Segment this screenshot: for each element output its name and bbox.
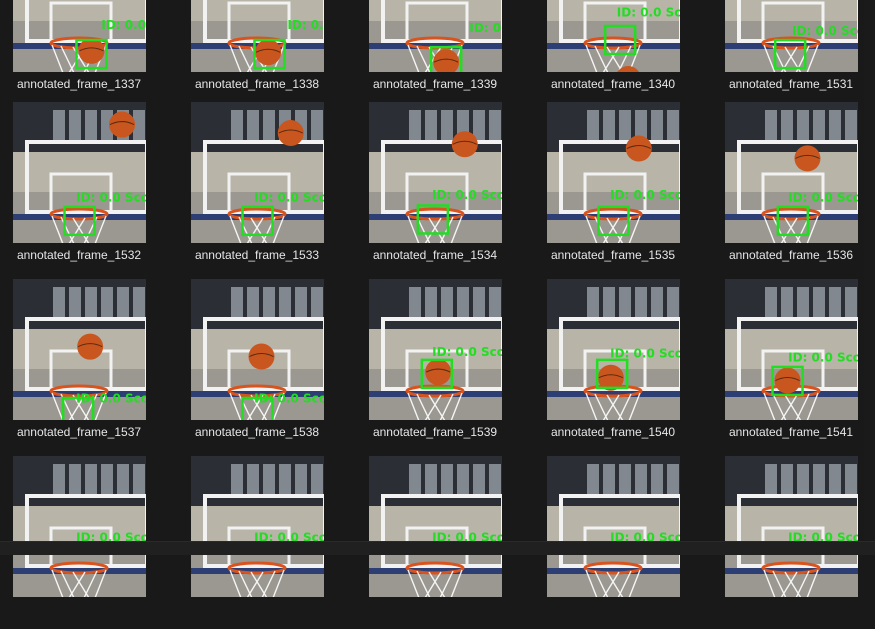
file-thumbnail-item[interactable]: ID: 0.0 Sco annotated_frame_1531 — [712, 0, 875, 104]
image-preview: ID: 0.0 Sco — [13, 102, 146, 243]
detection-label: ID: 0.0 Sco — [432, 188, 502, 202]
image-preview: ID: 0.0 Sco — [725, 279, 858, 420]
image-preview: ID: 0.0 Sco — [191, 0, 324, 72]
file-thumbnail-item[interactable]: ID: 0.0 Sco annotated_frame_1540 — [534, 276, 712, 452]
image-preview: ID: 0.0 Sco — [191, 279, 324, 420]
file-thumbnail-item[interactable]: ID: 0.0 Sco annotated_frame_1541 — [712, 276, 875, 452]
file-name-label: annotated_frame_1338 — [194, 77, 320, 91]
image-preview: ID: 0.0 Sco — [369, 102, 502, 243]
file-name-label: annotated_frame_1535 — [550, 248, 676, 262]
file-name-label: annotated_frame_1337 — [16, 77, 142, 91]
file-thumbnail-item[interactable]: ID: 0.0 Sco annotated_frame_1538 — [178, 276, 356, 452]
file-name-label: annotated_frame_1533 — [194, 248, 320, 262]
image-preview: ID: 0.0 Sco — [725, 102, 858, 243]
detection-label: ID: 0.0 Sco — [788, 191, 858, 205]
image-preview: ID: 0.0 Sco — [369, 456, 502, 597]
detection-label: ID: 0.0 Sco — [254, 191, 324, 205]
image-preview: ID: 0.0 Sco — [725, 0, 858, 72]
file-thumbnail-item[interactable]: ID: 0.0 Sco annotated_frame_1534 — [356, 99, 534, 275]
detection-label: ID: 0.0 Sco — [101, 18, 146, 32]
basketball — [255, 39, 282, 66]
file-thumbnail-item[interactable]: ID: 0.0 Sco annotated_frame_1532 — [0, 99, 178, 275]
file-thumbnail-item[interactable]: ID: 0.0 Sco annotated_frame_1536 — [712, 99, 875, 275]
basketball — [248, 343, 275, 370]
basketball — [277, 120, 304, 147]
file-name-label: annotated_frame_1540 — [550, 425, 676, 439]
image-preview: ID: 0.0 Sco — [191, 102, 324, 243]
file-name-label: annotated_frame_1339 — [372, 77, 498, 91]
file-name-label: annotated_frame_1541 — [728, 425, 854, 439]
file-thumbnail-item[interactable]: ID: 0.0 Sco annotated_frame_1533 — [178, 99, 356, 275]
image-preview: ID: 0.0 Sco — [725, 456, 858, 597]
image-preview: ID: 0.0 Sco — [369, 279, 502, 420]
file-name-label: annotated_frame_1536 — [728, 248, 854, 262]
basketball — [451, 131, 478, 158]
file-thumbnail-item[interactable]: ID: 0.0 Sco annotated_frame_1340 — [534, 0, 712, 104]
image-preview: ID: 0.0 Sco — [13, 279, 146, 420]
detection-label: ID: 0.0 Sco — [610, 347, 680, 361]
file-thumbnail-item[interactable]: ID: 0.0 Sco annotated_frame_1337 — [0, 0, 178, 104]
file-thumbnail-item[interactable]: ID: 0.0 Sco annotated_frame_1338 — [178, 0, 356, 104]
horizontal-scrollbar[interactable] — [0, 541, 875, 555]
image-preview: ID: 0.0 Sco — [547, 102, 680, 243]
detection-label: ID: 0.0 Sco — [287, 18, 324, 32]
detection-label: ID: 0.0 Sco — [432, 345, 502, 359]
file-thumbnail-item[interactable]: ID: 0.0 Sco annotated_frame_1339 — [356, 0, 534, 104]
thumbnail-grid: ID: 0.0 Scoannotated_frame_1337ID: 0.0 S… — [0, 0, 875, 597]
file-name-label: annotated_frame_1531 — [728, 77, 854, 91]
file-name-label: annotated_frame_1537 — [16, 425, 142, 439]
detection-label: ID: 0.0 Sco — [76, 392, 146, 406]
image-preview: ID: 0.0 Sco — [13, 0, 146, 72]
file-name-label: annotated_frame_1340 — [550, 77, 676, 91]
image-preview: ID: 0.0 Sco — [191, 456, 324, 597]
basketball — [625, 135, 652, 162]
basketball — [794, 145, 821, 172]
image-preview: ID: 0.0 Sco — [369, 0, 502, 72]
basketball — [109, 111, 136, 138]
basketball — [425, 359, 452, 386]
file-name-label: annotated_frame_1539 — [372, 425, 498, 439]
image-preview: ID: 0.0 Sco — [547, 0, 680, 72]
basketball — [77, 333, 104, 360]
file-name-label: annotated_frame_1534 — [372, 248, 498, 262]
detection-label: ID: 0.0 Sco — [469, 21, 502, 35]
detection-label: ID: 0.0 Sco — [76, 191, 146, 205]
file-thumbnail-item[interactable]: ID: 0.0 Sco annotated_frame_1539 — [356, 276, 534, 452]
detection-label: ID: 0.0 Sco — [788, 351, 858, 365]
detection-label: ID: 0.0 Sco — [617, 6, 680, 20]
basketball — [78, 37, 105, 64]
basketball — [774, 367, 801, 394]
image-preview: ID: 0.0 Sco — [13, 456, 146, 597]
file-name-label: annotated_frame_1532 — [16, 248, 142, 262]
image-preview: ID: 0.0 Sco — [547, 456, 680, 597]
image-preview: ID: 0.0 Sco — [547, 279, 680, 420]
detection-label: ID: 0.0 Sco — [254, 392, 324, 406]
file-name-label: annotated_frame_1538 — [194, 425, 320, 439]
detection-label: ID: 0.0 Sco — [792, 24, 858, 38]
file-thumbnail-item[interactable]: ID: 0.0 Sco annotated_frame_1537 — [0, 276, 178, 452]
vertical-scrollbar[interactable] — [864, 0, 875, 541]
file-thumbnail-item[interactable]: ID: 0.0 Sco annotated_frame_1535 — [534, 99, 712, 275]
detection-label: ID: 0.0 Sco — [610, 188, 680, 202]
